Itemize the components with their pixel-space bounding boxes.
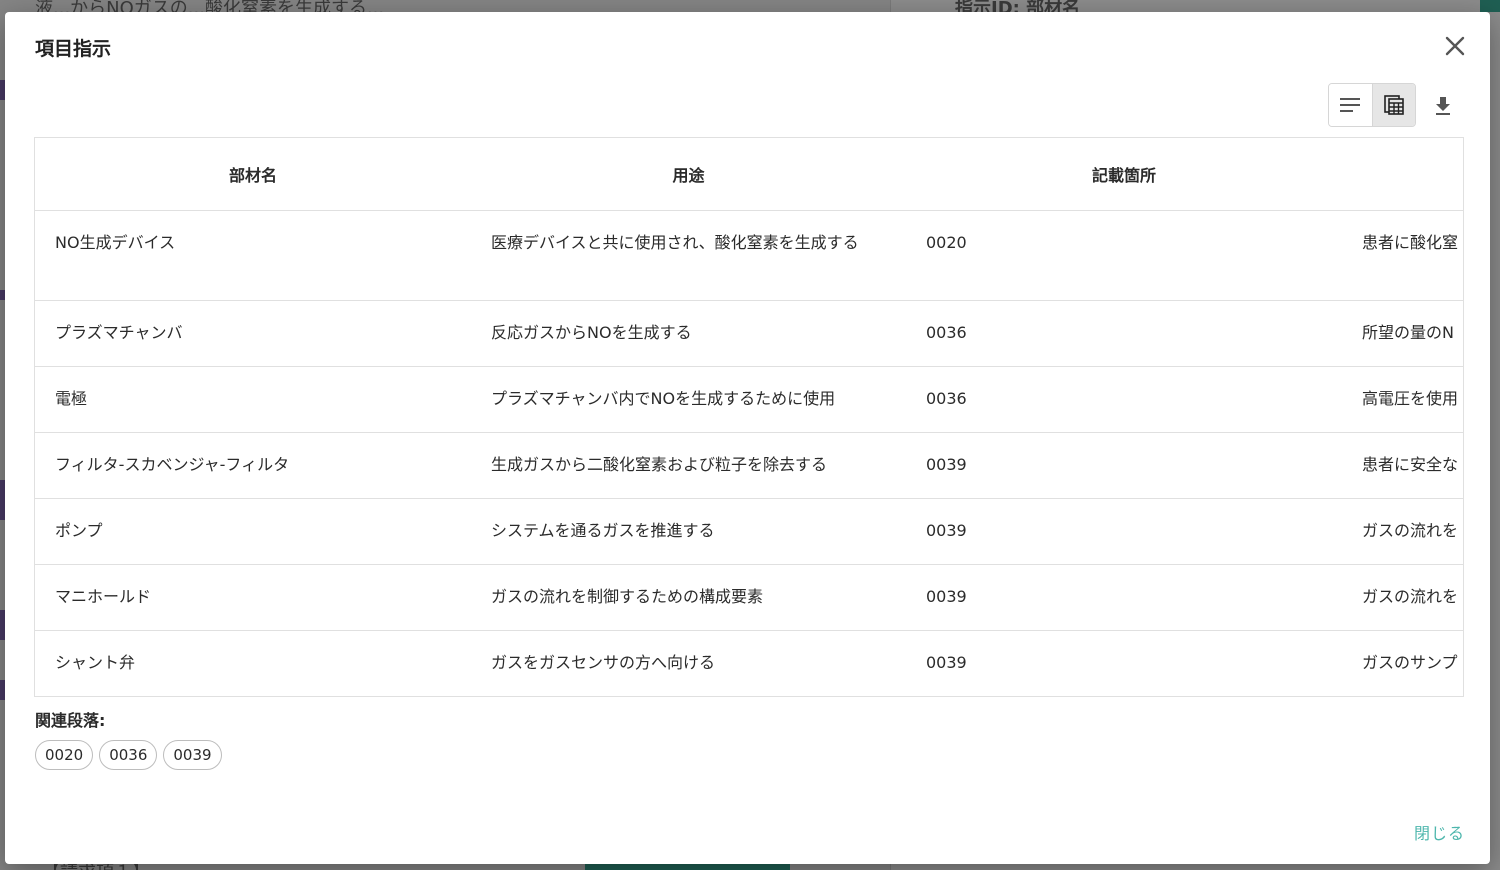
cell-description: ガスの流れを [1342,564,1463,631]
background-button [585,864,790,870]
paragraph-chip[interactable]: 0039 [163,740,222,770]
table-view-icon [1383,95,1404,115]
cell-description: 高電圧を使用 [1342,366,1463,433]
cell-member-name: ポンプ [35,498,471,565]
cell-location: 0020 [906,210,1342,301]
item-instruction-dialog: 項目指示 部材名 用途 記載箇所 NO生成デバイス 医療デバイスと共に使用され、… [5,12,1490,864]
cell-description: 患者に安全な [1342,432,1463,499]
download-icon [1436,97,1450,115]
paragraph-chip[interactable]: 0036 [99,740,158,770]
cell-purpose: 生成ガスから二酸化窒素および粒子を除去する [471,432,906,499]
cell-description: 患者に酸化窒 [1342,210,1463,301]
cell-location: 0039 [906,564,1342,631]
cell-location: 0039 [906,432,1342,499]
dialog-title: 項目指示 [35,38,112,60]
header-description [1342,138,1463,211]
header-location: 記載箇所 [906,138,1342,211]
table-row: NO生成デバイス 医療デバイスと共に使用され、酸化窒素を生成する 0020 患者… [35,210,1463,301]
paragraph-chip[interactable]: 0020 [35,740,94,770]
cell-purpose: 反応ガスからNOを生成する [471,300,906,367]
list-view-icon [1340,98,1361,112]
cell-purpose: ガスの流れを制御するための構成要素 [471,564,906,631]
download-button[interactable] [1429,92,1457,120]
item-table: 部材名 用途 記載箇所 NO生成デバイス 医療デバイスと共に使用され、酸化窒素を… [35,138,1463,696]
view-toggle [1328,83,1416,127]
cell-location: 0036 [906,366,1342,433]
cell-description: 所望の量のN [1342,300,1463,367]
cell-purpose: ガスをガスセンサの方へ向ける [471,630,906,696]
close-button[interactable] [1441,32,1469,60]
cell-location: 0039 [906,498,1342,565]
table-row: ポンプ システムを通るガスを推進する 0039 ガスの流れを [35,498,1463,565]
header-purpose: 用途 [471,138,906,211]
cell-member-name: 電極 [35,366,471,433]
table-row: マニホールド ガスの流れを制御するための構成要素 0039 ガスの流れを [35,564,1463,631]
close-dialog-button[interactable]: 閉じる [1414,820,1465,844]
background-tab [1480,0,1500,12]
cell-location: 0036 [906,300,1342,367]
table-row: プラズマチャンバ 反応ガスからNOを生成する 0036 所望の量のN [35,300,1463,367]
cell-member-name: プラズマチャンバ [35,300,471,367]
close-icon [1445,36,1465,56]
cell-purpose: 医療デバイスと共に使用され、酸化窒素を生成する [471,210,906,301]
table-row: シャント弁 ガスをガスセンサの方へ向ける 0039 ガスのサンプ [35,630,1463,696]
cell-description: ガスの流れを [1342,498,1463,565]
cell-location: 0039 [906,630,1342,696]
cell-purpose: プラズマチャンバ内でNOを生成するために使用 [471,366,906,433]
cell-member-name: NO生成デバイス [35,210,471,301]
related-paragraphs-label: 関連段落: [35,711,106,730]
table-row: フィルタ-スカベンジャ-フィルタ 生成ガスから二酸化窒素および粒子を除去する 0… [35,432,1463,499]
header-member-name: 部材名 [35,138,471,211]
related-paragraph-chips: 0020 0036 0039 [35,740,222,770]
item-table-container[interactable]: 部材名 用途 記載箇所 NO生成デバイス 医療デバイスと共に使用され、酸化窒素を… [34,137,1464,697]
cell-member-name: マニホールド [35,564,471,631]
table-row: 電極 プラズマチャンバ内でNOを生成するために使用 0036 高電圧を使用 [35,366,1463,433]
cell-member-name: フィルタ-スカベンジャ-フィルタ [35,432,471,499]
cell-purpose: システムを通るガスを推進する [471,498,906,565]
table-view-button[interactable] [1371,84,1415,126]
cell-member-name: シャント弁 [35,630,471,696]
table-header-row: 部材名 用途 記載箇所 [35,138,1463,211]
list-view-button[interactable] [1329,84,1372,126]
cell-description: ガスのサンプ [1342,630,1463,696]
